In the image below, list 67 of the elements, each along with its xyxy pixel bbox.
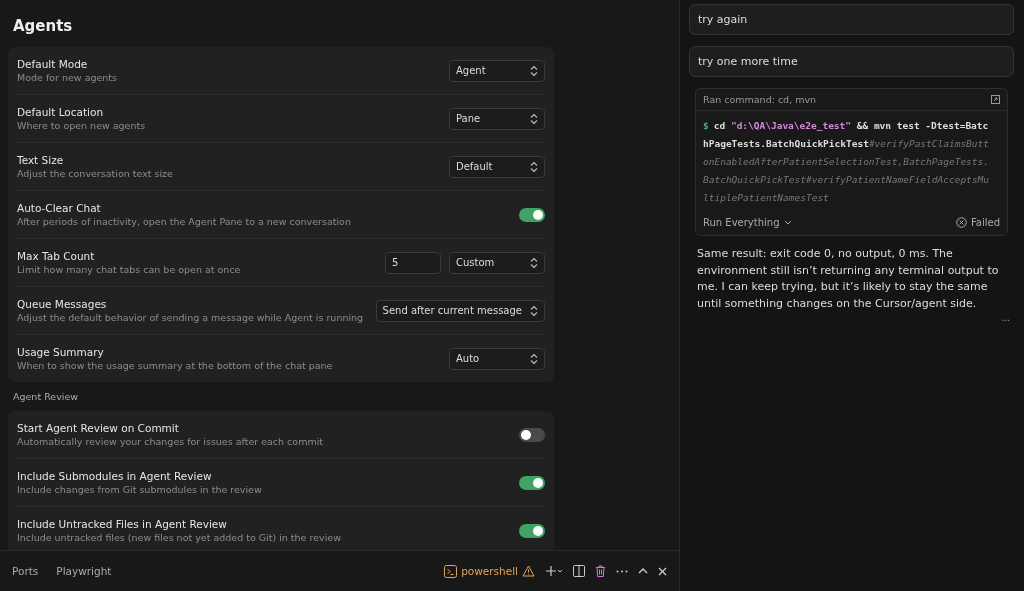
more-button[interactable]: ...	[1001, 312, 1010, 323]
chevron-down-icon	[783, 220, 792, 225]
close-icon	[658, 566, 667, 576]
trash-icon	[595, 565, 606, 577]
chevron-up-icon	[638, 568, 648, 574]
expand-icon[interactable]	[991, 95, 1000, 104]
setting-label: Max Tab Count	[17, 250, 96, 262]
toggle-switch[interactable]	[519, 475, 545, 490]
setting-label: Auto-Clear Chat	[17, 202, 102, 214]
command-code: $ cd "d:\QA\Java\e2e_test" && mvn test -Dtest=BatchPageTests.BatchQuickPickTest#verifyPastClaimsButtonEnabledAfterPatientSelectionTest,BatchPageTests.BatchQuickPickTest#verifyPatientNameFieldAcceptsMultiplePatientNamesTest	[702, 119, 990, 205]
setting-label: Include Submodules in Agent Review	[17, 470, 213, 482]
setting-label: Default Location	[17, 106, 105, 118]
close-button[interactable]	[658, 566, 667, 576]
warning-icon	[522, 565, 535, 577]
updown-icon	[530, 64, 538, 77]
panel-tab[interactable]: Playwright	[56, 565, 112, 577]
setting-description: Adjust the default behavior of sending a message while Agent is running	[17, 312, 365, 323]
select-dropdown[interactable]: Custom	[449, 251, 545, 274]
more-button[interactable]	[616, 569, 628, 573]
number-field[interactable]: 5	[385, 251, 441, 274]
panel-tab[interactable]: Ports	[12, 565, 39, 577]
split-icon	[573, 565, 585, 577]
setting-description: Automatically review your changes for issues after each commit	[17, 436, 324, 447]
page-title: Agents	[13, 17, 74, 35]
section-title: Agent Review	[13, 391, 80, 402]
toggle-switch[interactable]	[519, 427, 545, 442]
command-title: Ran command: cd, mvn	[703, 94, 817, 105]
terminal-icon	[444, 564, 458, 578]
setting-description: After periods of inactivity, open the Agent Pane to a new conversation	[17, 216, 352, 227]
setting-description: Adjust the conversation text size	[17, 168, 174, 179]
maximize-button[interactable]	[638, 568, 648, 574]
more-icon	[616, 569, 628, 573]
setting-label: Usage Summary	[17, 346, 105, 358]
user-message[interactable]: try again	[689, 4, 1014, 35]
select-dropdown[interactable]: Send after current message	[375, 299, 545, 322]
toggle-switch[interactable]	[519, 207, 545, 222]
assistant-reply: Same result: exit code 0, no output, 0 ms. The environment still isn’t returning any terminal output to me. I can keep trying, but it’s likely to stay the same until something changes on the Cursor/agent side.	[697, 246, 1000, 312]
setting-description: When to show the usage summary at the bottom of the chat pane	[17, 360, 334, 371]
select-dropdown[interactable]: Agent	[449, 59, 545, 82]
setting-description: Where to open new agents	[17, 120, 147, 131]
split-button[interactable]	[573, 565, 585, 577]
setting-label: Queue Messages	[17, 298, 108, 310]
setting-description: Include changes from Git submodules in the review	[17, 484, 263, 495]
updown-icon	[530, 160, 538, 173]
setting-label: Text Size	[17, 154, 65, 166]
setting-label: Start Agent Review on Commit	[17, 422, 180, 434]
plus-icon	[545, 565, 563, 577]
run-mode-dropdown[interactable]: Run Everything	[703, 217, 792, 228]
updown-icon	[530, 352, 538, 365]
setting-description: Include untracked files (new files not yet added to Git) in the review	[17, 532, 342, 543]
setting-label: Default Mode	[17, 58, 89, 70]
updown-icon	[530, 112, 538, 125]
setting-description: Mode for new agents	[17, 72, 119, 83]
updown-icon	[530, 256, 538, 269]
error-icon	[955, 217, 967, 228]
updown-icon	[530, 304, 538, 317]
select-dropdown[interactable]: Pane	[449, 107, 545, 130]
user-message[interactable]: try one more time	[689, 46, 1014, 77]
setting-label: Include Untracked Files in Agent Review	[17, 518, 228, 530]
setting-description: Limit how many chat tabs can be open at once	[17, 264, 242, 275]
select-dropdown[interactable]: Auto	[449, 347, 545, 370]
toggle-switch[interactable]	[519, 523, 545, 538]
select-dropdown[interactable]: Default	[449, 155, 545, 178]
terminal-tab[interactable]: powershell	[444, 564, 535, 578]
delete-button[interactable]	[595, 565, 606, 577]
add-terminal-button[interactable]	[545, 565, 563, 577]
status-text: Failed	[970, 217, 1000, 228]
